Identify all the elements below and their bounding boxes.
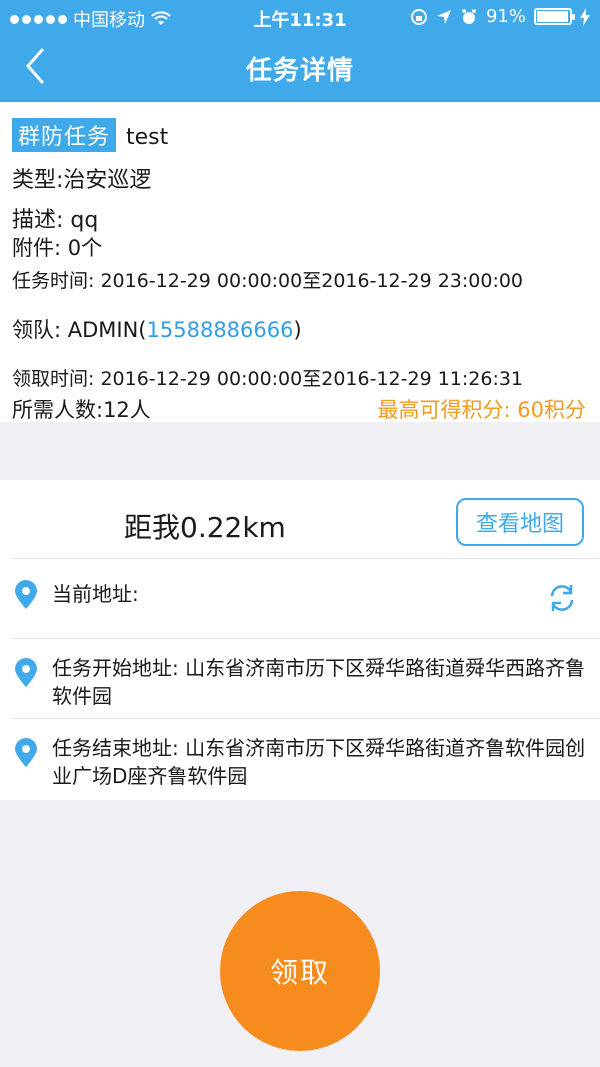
rotation-lock-icon <box>410 8 427 25</box>
status-bar: 中国移动 上午11:31 91% <box>0 0 600 34</box>
task-info-panel: 群防任务 test 类型:治安巡逻 描述: qq 附件: 0个 任务时间: 201… <box>0 102 600 422</box>
task-time: 任务时间: 2016-12-29 00:00:00至2016-12-29 23:… <box>12 270 524 292</box>
people-needed: 所需人数:12人 <box>12 398 151 422</box>
current-address-row: 当前地址: <box>0 558 600 638</box>
claim-button[interactable]: 领取 <box>220 891 380 1051</box>
end-address-row: 任务结束地址: 山东省济南市历下区舜华路街道齐鲁软件园创业广场D座齐鲁软件园 <box>0 718 600 800</box>
leader-suffix: ) <box>293 318 302 342</box>
location-pin-icon <box>15 658 37 687</box>
distance-label: 距我0.22km <box>124 511 286 544</box>
refresh-icon[interactable] <box>544 580 580 616</box>
view-map-button[interactable]: 查看地图 <box>456 498 584 546</box>
battery-icon <box>534 8 575 25</box>
page-title: 任务详情 <box>245 56 354 86</box>
task-type: 类型:治安巡逻 <box>12 168 152 193</box>
task-description: 描述: qq <box>12 208 99 233</box>
task-leader: 领队: ADMIN(15588886666) <box>12 314 302 344</box>
task-attachments: 附件: 0个 <box>12 236 103 260</box>
location-pin-icon <box>15 580 37 609</box>
max-points: 最高可得积分: 60积分 <box>377 398 586 422</box>
start-address: 任务开始地址: 山东省济南市历下区舜华路街道舜华西路齐鲁软件园 <box>52 656 586 708</box>
location-card: 距我0.22km 查看地图 当前地址: 任务开始地址: 山东省济南市历下区舜华路… <box>0 480 600 800</box>
battery-percent: 91% <box>485 6 526 27</box>
end-address: 任务结束地址: 山东省济南市历下区舜华路街道齐鲁软件园创业广场D座齐鲁软件园 <box>52 736 586 788</box>
status-right: 91% <box>410 6 590 27</box>
current-address: 当前地址: <box>52 582 139 606</box>
alarm-icon <box>461 8 476 24</box>
task-category-badge: 群防任务 <box>12 118 117 152</box>
task-title-row: 群防任务 test <box>12 118 168 152</box>
start-address-row: 任务开始地址: 山东省济南市历下区舜华路街道舜华西路齐鲁软件园 <box>0 638 600 718</box>
leader-phone-link[interactable]: 15588886666 <box>147 318 294 342</box>
charging-icon <box>580 7 590 26</box>
location-arrow-icon <box>436 9 451 24</box>
leader-name: 领队: ADMIN( <box>12 318 147 342</box>
claim-time: 领取时间: 2016-12-29 00:00:00至2016-12-29 11:… <box>12 368 524 390</box>
app-header: 中国移动 上午11:31 91% 任务详情 <box>0 0 600 102</box>
location-pin-icon <box>15 738 37 767</box>
task-name: test <box>126 125 169 150</box>
